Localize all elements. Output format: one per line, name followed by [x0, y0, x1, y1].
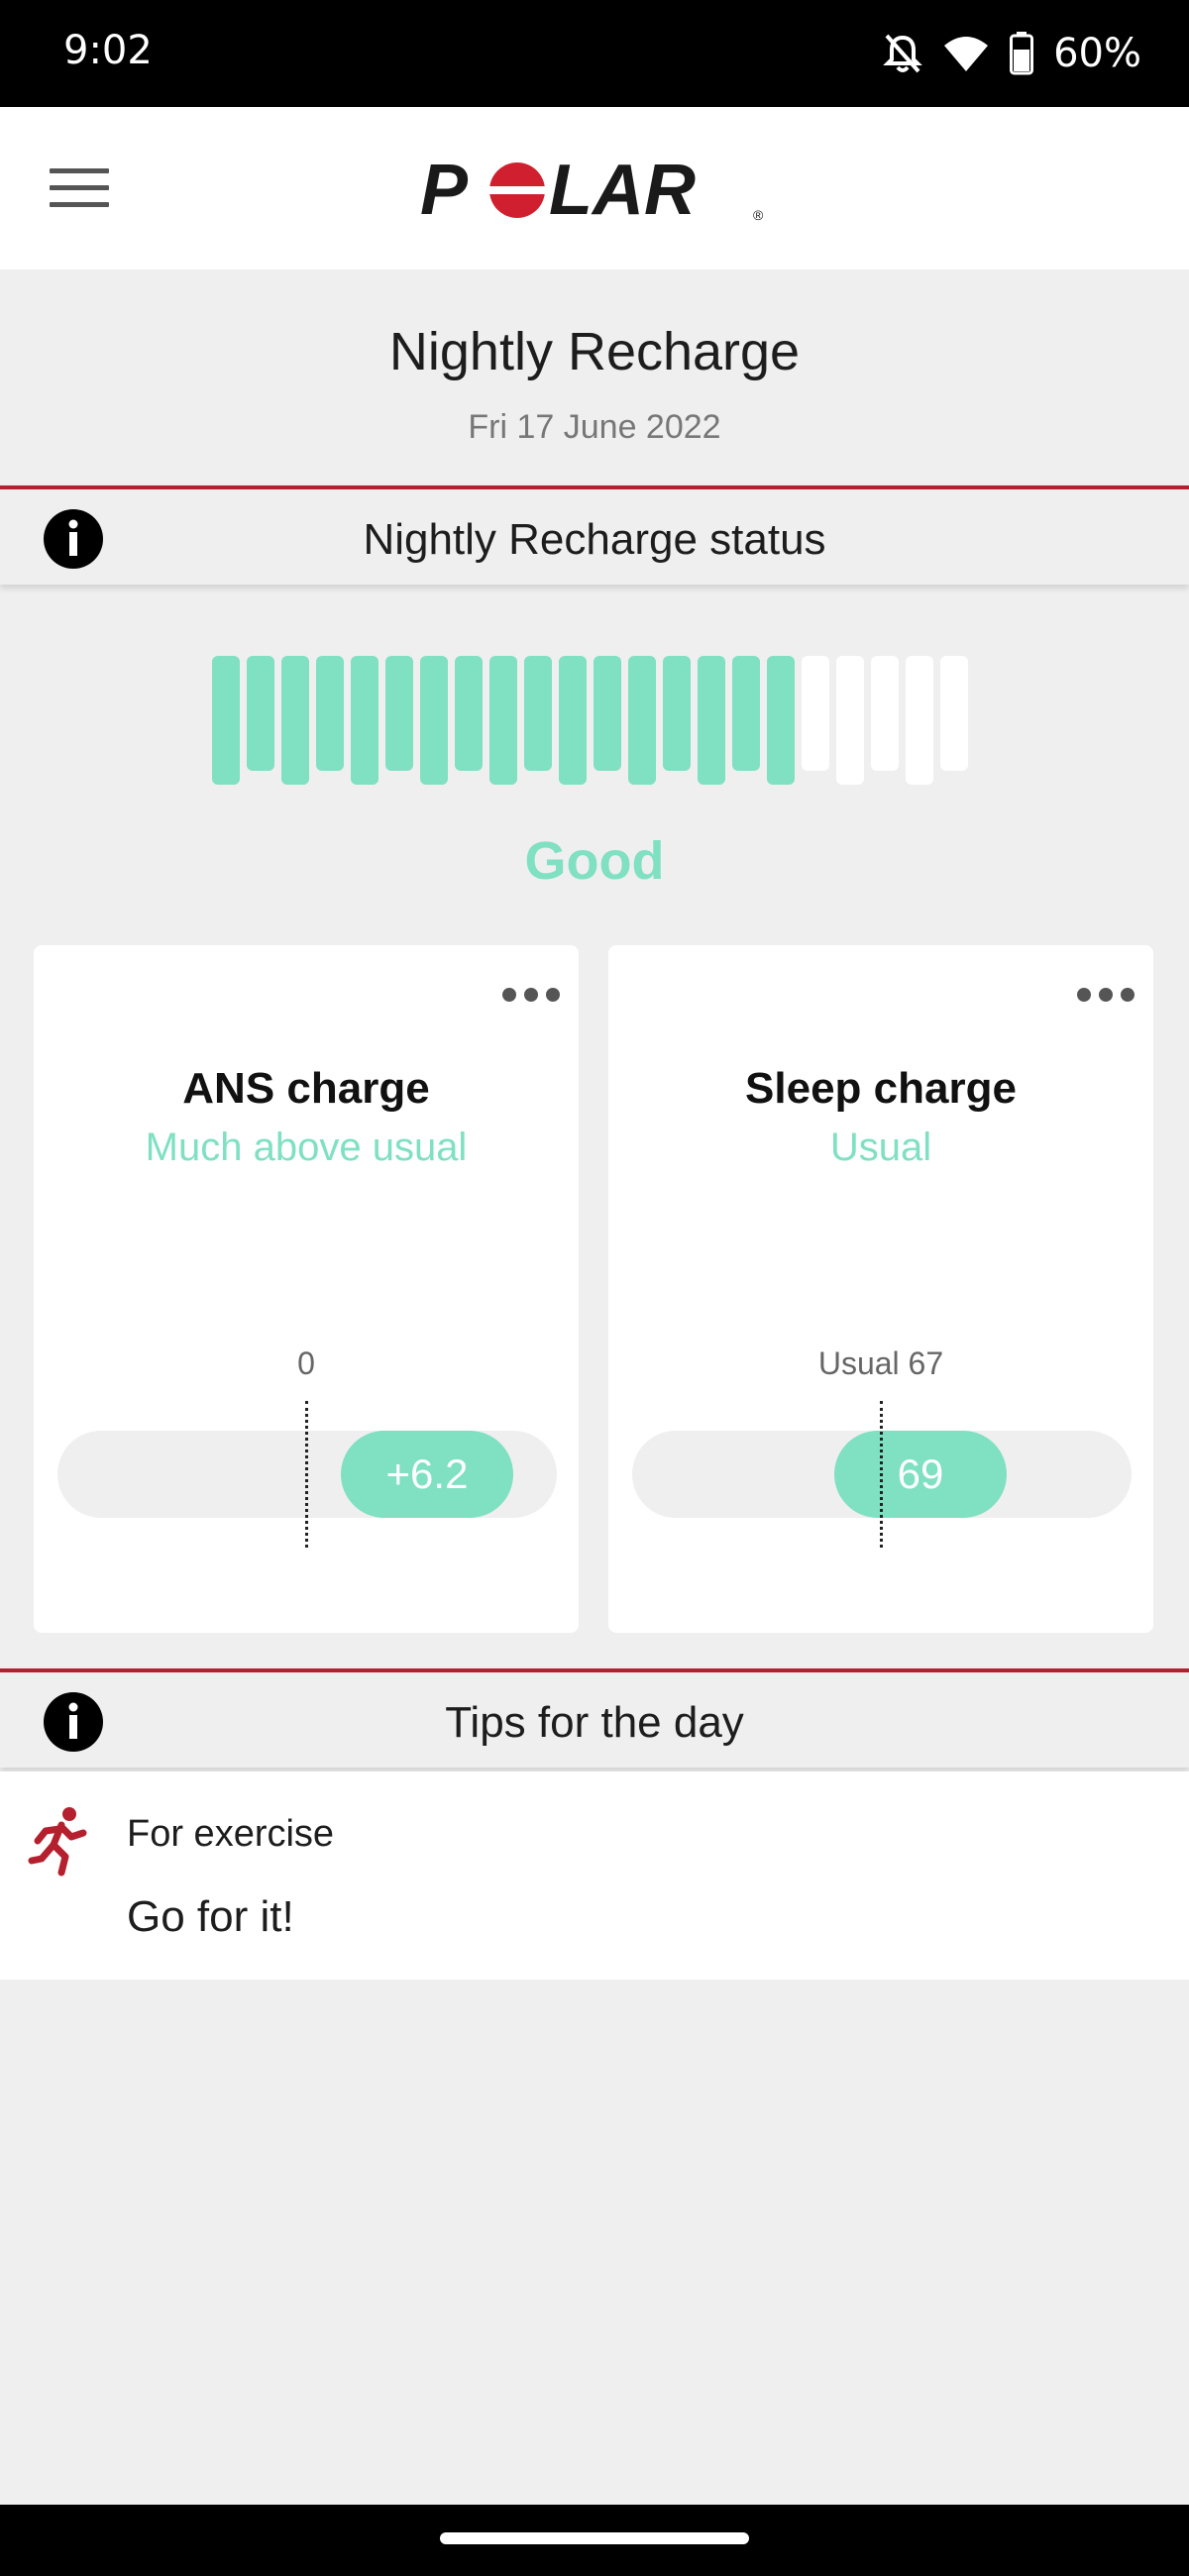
home-indicator[interactable]: [440, 2532, 749, 2544]
svg-text:®: ®: [753, 207, 764, 223]
page-header: Nightly Recharge Fri 17 June 2022: [0, 269, 1189, 485]
tip-item: For exercise Go for it!: [0, 1771, 1189, 1980]
recharge-status-text: Good: [524, 831, 665, 891]
recharge-bar: [247, 656, 274, 771]
notifications-off-icon: [883, 34, 922, 73]
more-options-icon[interactable]: [1070, 975, 1141, 1015]
recharge-bar: [732, 656, 760, 771]
recharge-status-section: Nightly Recharge status: [0, 485, 1189, 585]
status-bar: 9:02 60%: [0, 0, 1189, 107]
ans-charge-subtitle: Much above usual: [145, 1126, 468, 1169]
recharge-bar: [836, 656, 864, 785]
recharge-bar: [559, 656, 587, 785]
recharge-status-title: Nightly Recharge status: [363, 515, 826, 564]
recharge-bar: [212, 656, 240, 785]
tip-text: Go for it!: [127, 1892, 294, 1941]
more-options-icon[interactable]: [495, 975, 567, 1015]
tip-category: For exercise: [127, 1813, 335, 1855]
recharge-bar: [316, 656, 344, 771]
wifi-icon: [944, 37, 989, 71]
recharge-bar: [385, 656, 413, 771]
running-icon: [28, 1807, 87, 1877]
status-icons: 60%: [883, 26, 1141, 81]
recharge-bar: [420, 656, 448, 785]
recharge-bar: [802, 656, 829, 771]
ans-charge-reference-line: [305, 1401, 308, 1548]
recharge-bars: [212, 646, 985, 785]
tips-section: Tips for the day: [0, 1668, 1189, 1768]
recharge-status-panel: Good: [0, 589, 1189, 945]
page-title: Nightly Recharge: [388, 322, 801, 381]
tips-title: Tips for the day: [445, 1698, 744, 1747]
recharge-bar: [489, 656, 517, 785]
recharge-bar: [871, 656, 899, 771]
ans-charge-reference: 0: [297, 1345, 315, 1381]
recharge-bar: [663, 656, 691, 771]
svg-text:LAR: LAR: [549, 151, 696, 230]
sleep-charge-reference: Usual 67: [817, 1345, 944, 1381]
recharge-bar: [455, 656, 483, 771]
sleep-charge-subtitle: Usual: [829, 1126, 932, 1169]
recharge-bar: [594, 656, 621, 771]
ans-charge-title: ANS charge: [182, 1064, 430, 1113]
recharge-bar: [281, 656, 309, 785]
ans-charge-value: +6.2: [341, 1431, 513, 1518]
sleep-charge-reference-line: [880, 1401, 883, 1548]
menu-icon[interactable]: [50, 168, 109, 212]
status-time: 9:02: [63, 28, 153, 73]
battery-percent: 60%: [1053, 31, 1141, 76]
recharge-bar: [524, 656, 552, 771]
recharge-bar: [698, 656, 725, 785]
page-date: Fri 17 June 2022: [468, 408, 721, 446]
recharge-bar: [628, 656, 656, 785]
recharge-bar: [351, 656, 378, 785]
recharge-bar: [906, 656, 933, 785]
sleep-charge-card[interactable]: Sleep charge Usual Usual 67 69: [608, 945, 1153, 1633]
polar-logo: P LAR ®: [420, 151, 764, 230]
recharge-bar: [767, 656, 795, 785]
logo-letter-p: P: [420, 151, 469, 230]
navigation-bar: [0, 2505, 1189, 2576]
sleep-charge-title: Sleep charge: [745, 1064, 1017, 1113]
ans-charge-card[interactable]: ANS charge Much above usual 0 +6.2: [34, 945, 579, 1633]
app-bar: P LAR ®: [0, 107, 1189, 269]
battery-icon: [1010, 32, 1034, 75]
recharge-bar: [940, 656, 968, 771]
sleep-charge-value: 69: [834, 1431, 1007, 1518]
